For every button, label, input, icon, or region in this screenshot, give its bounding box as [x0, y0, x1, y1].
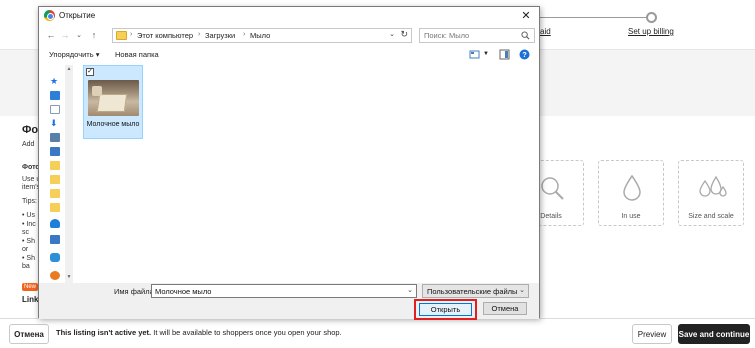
filename-value: Молочное мыло	[155, 287, 212, 296]
section-line: • Sh	[22, 238, 35, 245]
chevron-down-icon: ⌄	[519, 287, 525, 294]
dialog-title: Открытие	[59, 11, 96, 20]
desktop-icon[interactable]	[50, 91, 60, 100]
progress-line	[540, 17, 652, 18]
network-icon[interactable]	[50, 253, 60, 262]
dialog-bottom-area: Имя файла: Молочное мыло ⌄ Пользовательс…	[39, 283, 539, 320]
address-bar[interactable]: › Этот компьютер › Загрузки › Мыло ⌄ ↻	[112, 28, 412, 43]
monitor-icon[interactable]	[50, 147, 60, 156]
file-list: ✓ Молочное мыло	[75, 63, 537, 283]
section-line: • Inc	[22, 221, 36, 228]
new-badge: New	[22, 283, 39, 291]
listing-status-rest: It will be available to shoppers once yo…	[151, 328, 342, 337]
file-item[interactable]: ✓ Молочное мыло	[83, 65, 143, 139]
file-checkbox[interactable]: ✓	[86, 68, 94, 76]
view-dropdown-icon[interactable]: ▼	[483, 51, 489, 57]
filename-label: Имя файла:	[114, 287, 156, 296]
breadcrumb-downloads[interactable]: Загрузки	[205, 31, 235, 40]
dialog-navbar: ← → ⌄ ↑ › Этот компьютер › Загрузки › Мы…	[39, 25, 539, 46]
chevron-right-icon[interactable]: ›	[198, 31, 200, 38]
section-line: • Sh	[22, 255, 35, 262]
step-link-billing[interactable]: Set up billing	[628, 27, 674, 36]
drops-icon	[699, 175, 727, 197]
section-line: or	[22, 246, 29, 253]
open-file-dialog: Открытие ✕ ← → ⌄ ↑ › Этот компьютер › За…	[38, 6, 540, 320]
downloads-arrow-icon[interactable]: ⬇	[50, 119, 60, 128]
open-button-highlight: Открыть	[414, 299, 477, 320]
navigation-pane: ★ ⬇	[47, 65, 65, 283]
preview-button[interactable]: Preview	[632, 324, 672, 344]
view-options-icon[interactable]	[469, 49, 480, 60]
breadcrumb-this-pc[interactable]: Этот компьютер	[137, 31, 193, 40]
folder-icon[interactable]	[50, 175, 60, 184]
scroll-down-icon[interactable]: ▼	[65, 274, 73, 280]
back-arrow-icon[interactable]: ←	[45, 29, 57, 42]
folder-icon[interactable]	[50, 203, 60, 212]
file-name: Молочное мыло	[86, 121, 140, 128]
folder-icon	[116, 31, 127, 40]
preview-pane-icon[interactable]	[499, 49, 510, 60]
chevron-right-icon[interactable]: ›	[130, 31, 132, 38]
dialog-toolbar: Упорядочить ▾ Новая папка ▼ ?	[39, 46, 539, 63]
this-pc-icon[interactable]	[50, 235, 60, 244]
magnifier-icon	[541, 177, 564, 200]
search-icon	[521, 31, 530, 40]
page-cancel-button[interactable]: Отмена	[9, 324, 49, 344]
scroll-up-icon[interactable]: ▲	[65, 66, 73, 72]
help-icon[interactable]: ?	[519, 49, 530, 60]
recent-dropdown-icon[interactable]: ⌄	[73, 29, 85, 42]
photo-tile-in-use[interactable]: In use	[598, 160, 664, 226]
file-type-value: Пользовательские файлы	[427, 287, 518, 296]
close-icon[interactable]: ✕	[519, 9, 533, 23]
listing-status-note: This listing isn't active yet. It will b…	[56, 328, 342, 337]
section-line: • Us	[22, 212, 35, 219]
pictures-icon[interactable]	[50, 133, 60, 142]
file-thumbnail-image	[88, 80, 139, 116]
section-line: sc	[22, 229, 29, 236]
drop-hand-icon	[623, 174, 641, 201]
nav-pane-scrollbar[interactable]: ▲ ▼	[65, 65, 73, 283]
listing-bottom-bar: Отмена This listing isn't active yet. It…	[0, 318, 755, 348]
file-type-select[interactable]: Пользовательские файлы ⌄	[422, 284, 529, 298]
dialog-titlebar[interactable]: Открытие ✕	[39, 7, 539, 25]
chrome-icon	[44, 10, 55, 21]
section-line: Add	[22, 141, 35, 148]
new-folder-button[interactable]: Новая папка	[115, 50, 159, 59]
listing-status-bold: This listing isn't active yet.	[56, 328, 152, 337]
organize-menu-button[interactable]: Упорядочить ▾	[49, 50, 99, 59]
refresh-icon[interactable]: ↻	[400, 29, 408, 40]
open-button[interactable]: Открыть	[419, 303, 472, 316]
forward-arrow-icon[interactable]: →	[59, 29, 71, 42]
breadcrumb-soap[interactable]: Мыло	[250, 31, 270, 40]
quick-access-star-icon[interactable]: ★	[50, 77, 60, 86]
chevron-down-icon[interactable]: ⌄	[407, 286, 413, 294]
folder-icon[interactable]	[50, 189, 60, 198]
tile-label: In use	[621, 213, 641, 220]
up-arrow-icon[interactable]: ↑	[88, 29, 100, 42]
section-line: ba	[22, 263, 30, 270]
section-line: Tips:	[22, 198, 37, 205]
photo-tile-size-scale[interactable]: Size and scale	[678, 160, 744, 226]
dialog-cancel-button[interactable]: Отмена	[483, 302, 527, 315]
microphone-app-icon[interactable]	[50, 271, 60, 280]
search-input[interactable]: Поиск: Мыло	[419, 28, 535, 43]
chevron-right-icon[interactable]: ›	[243, 31, 245, 38]
folder-icon[interactable]	[50, 161, 60, 170]
save-and-continue-button[interactable]: Save and continue	[678, 324, 750, 344]
progress-step-dot	[646, 12, 657, 23]
search-placeholder: Поиск: Мыло	[424, 31, 470, 40]
tile-label: Size and scale	[688, 213, 734, 220]
filename-input[interactable]: Молочное мыло ⌄	[151, 284, 417, 298]
onedrive-cloud-icon[interactable]	[50, 219, 60, 228]
documents-icon[interactable]	[50, 105, 60, 114]
chevron-down-icon[interactable]: ⌄	[389, 30, 395, 38]
svg-text:?: ?	[522, 50, 527, 59]
step-link-previous[interactable]: aid	[540, 27, 551, 36]
